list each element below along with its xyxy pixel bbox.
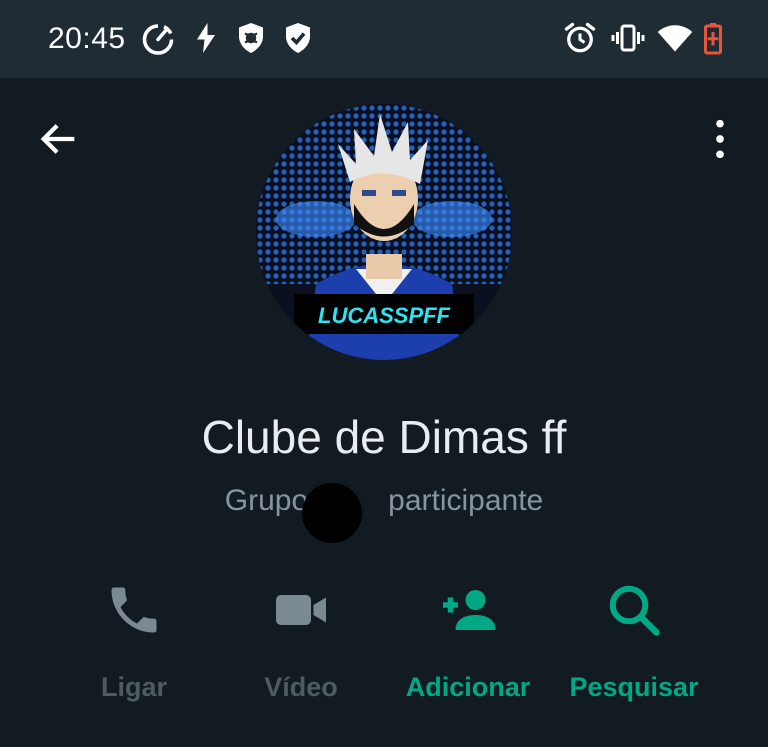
search-icon — [609, 585, 660, 636]
person-add-icon — [443, 590, 496, 630]
add-label: Adicionar — [405, 672, 531, 702]
video-call-button[interactable]: Vídeo — [216, 580, 386, 710]
avatar-logo-text: LUCASSPFF — [318, 303, 451, 328]
vibrate-icon — [610, 20, 646, 56]
status-bar: 20:45 — [0, 0, 768, 78]
call-label: Ligar — [100, 672, 167, 702]
battery-charging-icon — [695, 20, 731, 56]
phone-icon — [111, 587, 157, 633]
shield-check-icon — [280, 20, 316, 56]
subtitle-participants: participante — [388, 484, 544, 517]
more-options-button[interactable] — [702, 116, 738, 162]
speedometer-icon — [140, 20, 176, 56]
group-avatar[interactable]: LUCASSPFF — [256, 104, 512, 360]
video-camera-icon — [276, 595, 326, 625]
clock-time: 20:45 — [48, 22, 126, 55]
search-label: Pesquisar — [569, 672, 699, 702]
redaction-blob — [302, 483, 362, 543]
subtitle-type: Grupo — [224, 484, 309, 517]
search-button[interactable]: Pesquisar — [549, 580, 719, 710]
more-vert-icon — [716, 119, 724, 159]
bug-shield-icon — [233, 20, 269, 56]
video-label: Vídeo — [264, 672, 338, 702]
alarm-icon — [562, 20, 598, 56]
flash-icon — [188, 20, 224, 56]
back-button[interactable] — [36, 116, 82, 162]
arrow-left-icon — [40, 124, 75, 154]
add-participant-button[interactable]: Adicionar — [383, 580, 553, 710]
group-name: Clube de Dimas ff — [201, 411, 567, 463]
wifi-icon — [657, 20, 693, 56]
group-subtitle: Grupo participante — [0, 484, 768, 518]
call-button[interactable]: Ligar — [49, 580, 219, 710]
